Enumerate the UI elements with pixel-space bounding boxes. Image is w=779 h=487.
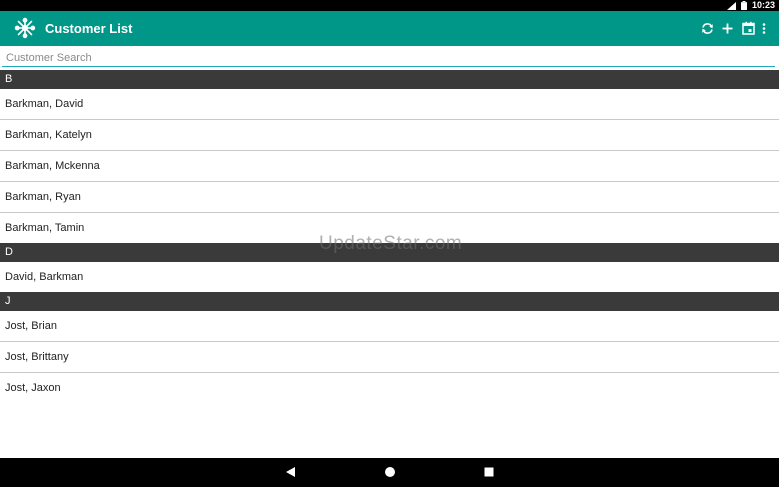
recents-icon[interactable]: [482, 465, 496, 479]
list-item[interactable]: Barkman, Katelyn: [0, 120, 779, 151]
app-logo-icon: [14, 17, 36, 39]
battery-icon: [740, 1, 747, 10]
list-item[interactable]: Jost, Brian: [0, 311, 779, 342]
overflow-menu-icon[interactable]: [759, 20, 769, 37]
list-item[interactable]: Barkman, David: [0, 89, 779, 120]
back-icon[interactable]: [284, 465, 298, 479]
status-time: 10:23: [751, 0, 775, 10]
search-bar: [0, 46, 779, 70]
home-icon[interactable]: [383, 465, 397, 479]
section-header-b: B: [0, 70, 779, 89]
add-icon[interactable]: [719, 20, 736, 37]
status-bar: 10:23: [0, 0, 779, 11]
refresh-icon[interactable]: [699, 20, 716, 37]
customer-list: B Barkman, David Barkman, Katelyn Barkma…: [0, 70, 779, 403]
list-item[interactable]: David, Barkman: [0, 262, 779, 292]
page-title: Customer List: [45, 21, 133, 36]
signal-icon: [726, 1, 736, 10]
section-header-d: D: [0, 243, 779, 262]
list-item[interactable]: Barkman, Tamin: [0, 213, 779, 243]
list-item[interactable]: Barkman, Mckenna: [0, 151, 779, 182]
status-icons: 10:23: [726, 0, 775, 11]
customer-search-input[interactable]: [2, 49, 775, 67]
app-bar: Customer List: [0, 11, 779, 46]
navigation-bar: [0, 458, 779, 487]
list-item[interactable]: Jost, Brittany: [0, 342, 779, 373]
list-item[interactable]: Barkman, Ryan: [0, 182, 779, 213]
section-header-j: J: [0, 292, 779, 311]
list-item[interactable]: Jost, Jaxon: [0, 373, 779, 403]
calendar-icon[interactable]: [740, 20, 757, 37]
